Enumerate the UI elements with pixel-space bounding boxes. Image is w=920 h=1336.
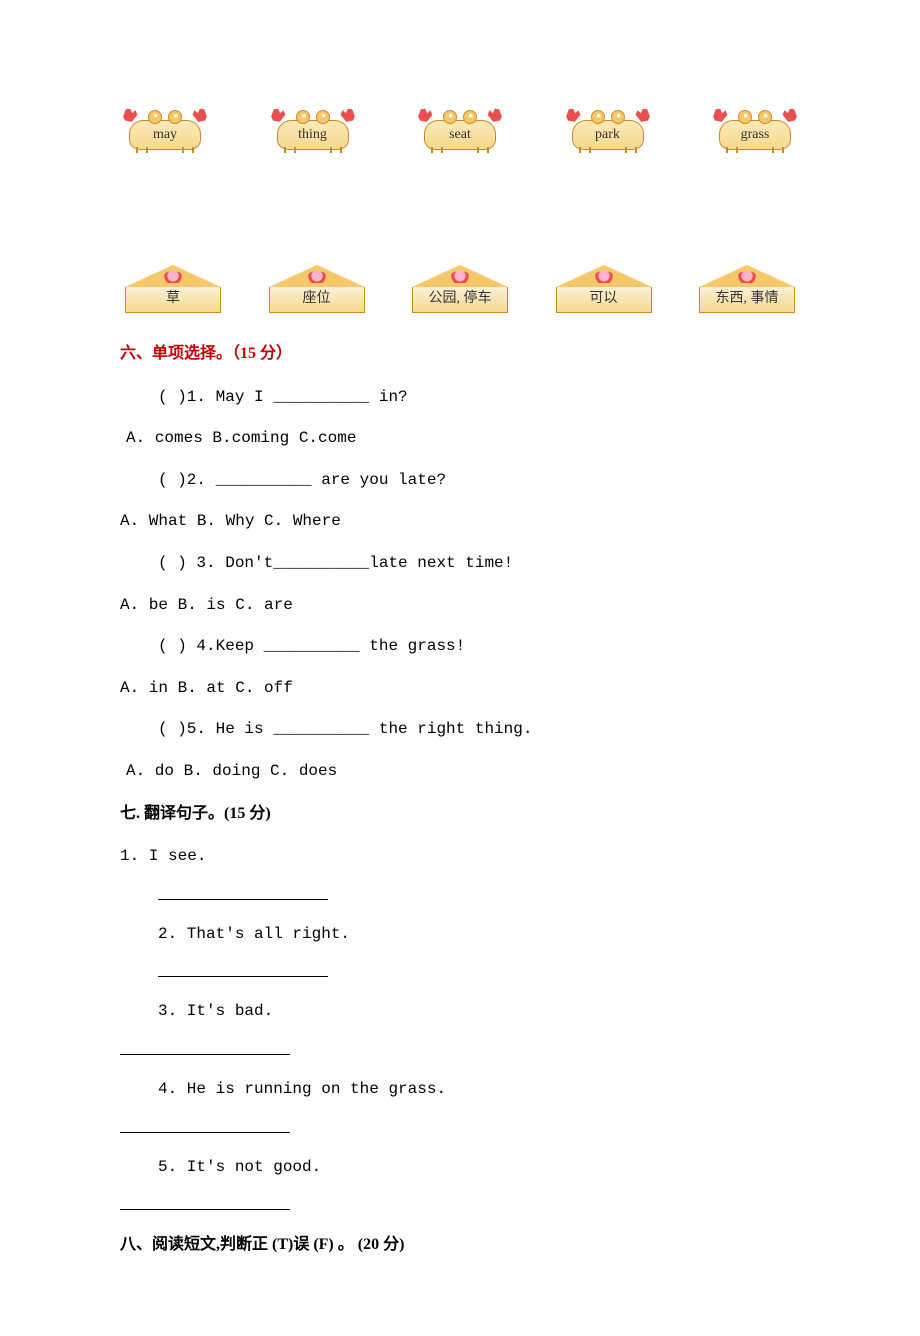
crab-eyes-icon <box>443 110 477 124</box>
answer-blank[interactable] <box>120 1039 290 1055</box>
house-label: 可以 <box>556 287 652 313</box>
house-label: 座位 <box>269 287 365 313</box>
translation-house-row: 草 座位 公园, 停车 可以 东西, 事情 <box>120 265 800 313</box>
section8-title: 八、阅读短文,判断正 (T)误 (F) 。 (20 分) <box>120 1232 800 1258</box>
house-roof-icon <box>269 265 365 287</box>
crab-may: may <box>125 110 205 165</box>
q7-1: 1. I see. <box>120 844 800 870</box>
q7-3: 3. It's bad. <box>120 999 800 1025</box>
q6-5-options: A. do B. doing C. does <box>120 759 800 785</box>
section7-list: 1. I see. 2. That's all right. 3. It's b… <box>120 844 800 1210</box>
house-grass: 草 <box>125 265 221 313</box>
crab-grass: grass <box>715 110 795 165</box>
q7-4: 4. He is running on the grass. <box>120 1077 800 1103</box>
house-label: 东西, 事情 <box>699 287 795 313</box>
section6-title: 六、单项选择。（15 分） <box>120 341 800 367</box>
answer-blank[interactable] <box>158 884 328 900</box>
house-label: 草 <box>125 287 221 313</box>
q6-2-options: A. What B. Why C. Where <box>120 509 800 535</box>
crab-label: thing <box>298 124 327 146</box>
crab-body-icon: thing <box>277 120 349 150</box>
house-may: 可以 <box>556 265 652 313</box>
crab-park: park <box>568 110 648 165</box>
crab-body-icon: park <box>572 120 644 150</box>
crab-eyes-icon <box>738 110 772 124</box>
crab-seat: seat <box>420 110 500 165</box>
house-roof-icon <box>556 265 652 287</box>
q6-4: ( ) 4.Keep __________ the grass! <box>120 634 800 660</box>
house-label: 公园, 停车 <box>412 287 508 313</box>
q6-1-options: A. comes B.coming C.come <box>120 426 800 452</box>
crab-label: may <box>153 124 177 146</box>
q6-2: ( )2. __________ are you late? <box>120 468 800 494</box>
crab-eyes-icon <box>148 110 182 124</box>
crab-eyes-icon <box>296 110 330 124</box>
house-roof-icon <box>699 265 795 287</box>
crab-body-icon: grass <box>719 120 791 150</box>
q6-4-options: A. in B. at C. off <box>120 676 800 702</box>
answer-blank[interactable] <box>120 1117 290 1133</box>
crab-body-icon: seat <box>424 120 496 150</box>
section7-title: 七. 翻译句子。(15 分) <box>120 801 800 827</box>
q6-1: ( )1. May I __________ in? <box>120 385 800 411</box>
crab-thing: thing <box>273 110 353 165</box>
answer-blank[interactable] <box>120 1194 290 1210</box>
crab-label: grass <box>741 124 770 146</box>
q6-3: ( ) 3. Don't__________late next time! <box>120 551 800 577</box>
crab-label: park <box>595 124 620 146</box>
house-thing: 东西, 事情 <box>699 265 795 313</box>
house-roof-icon <box>125 265 221 287</box>
house-park: 公园, 停车 <box>412 265 508 313</box>
answer-blank[interactable] <box>158 961 328 977</box>
q6-3-options: A. be B. is C. are <box>120 593 800 619</box>
q7-5: 5. It's not good. <box>120 1155 800 1181</box>
crab-label: seat <box>449 124 471 146</box>
q7-2: 2. That's all right. <box>120 922 800 948</box>
house-seat: 座位 <box>269 265 365 313</box>
q6-5: ( )5. He is __________ the right thing. <box>120 717 800 743</box>
crab-eyes-icon <box>591 110 625 124</box>
house-roof-icon <box>412 265 508 287</box>
vocab-crab-row: may thing seat park grass <box>120 110 800 165</box>
crab-body-icon: may <box>129 120 201 150</box>
